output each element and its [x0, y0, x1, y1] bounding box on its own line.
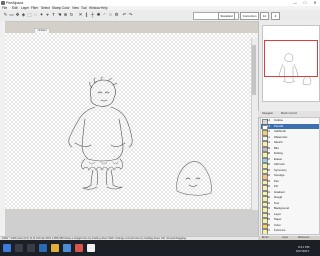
- tab-navigator[interactable]: Navigator: [262, 112, 273, 115]
- move-tool-icon[interactable]: ✥: [15, 12, 20, 18]
- eraser-tool-icon[interactable]: ▭: [9, 12, 14, 18]
- fill-tool-icon[interactable]: ◈: [21, 12, 26, 18]
- item-number: 27: [267, 228, 271, 232]
- app-icon: [1, 1, 5, 5]
- select-tool-icon[interactable]: ⬚: [27, 12, 32, 18]
- snap-circle-icon[interactable]: ○: [108, 12, 113, 18]
- mode-select[interactable]: Standard: [218, 12, 235, 20]
- snap-settings-icon[interactable]: ⚙: [114, 12, 119, 18]
- pen-tool-icon[interactable]: ✎: [3, 12, 8, 18]
- zoom-tool-icon[interactable]: ⊕: [63, 12, 68, 18]
- firealpaca-taskbar-icon[interactable]: [87, 244, 95, 252]
- rotate-tool-icon[interactable]: ↻: [69, 12, 74, 18]
- taskbar-clock: 8:41 PM 6/27/2017: [296, 245, 309, 253]
- footer-layer-tab[interactable]: Layer: [282, 236, 288, 239]
- drawing-canvas[interactable]: [5, 33, 258, 209]
- window-title: FireAlpaca: [6, 0, 24, 5]
- correction-select[interactable]: Correction: [240, 12, 259, 20]
- list-item[interactable]: 27 Fold Line: [261, 228, 319, 234]
- item-label: Fold Line: [274, 228, 286, 232]
- wand-tool-icon[interactable]: ✦: [39, 12, 44, 18]
- hand-tool-icon[interactable]: ☚: [57, 12, 62, 18]
- correction-value[interactable]: 12: [260, 12, 269, 20]
- undo-icon[interactable]: ↶: [122, 12, 127, 18]
- canvas-margin: [5, 210, 258, 238]
- navigator-viewport-frame[interactable]: [264, 40, 318, 77]
- snap-radial-icon[interactable]: ✺: [96, 12, 101, 18]
- snap-parallel-icon[interactable]: ∥: [84, 12, 89, 18]
- brush-size-value[interactable]: 4: [271, 12, 280, 20]
- search-icon[interactable]: [15, 244, 23, 252]
- tab-brush-control[interactable]: Brush Control: [281, 112, 297, 115]
- footer-brush-tab[interactable]: Brush: [262, 236, 269, 239]
- text-tool-icon[interactable]: T: [51, 12, 56, 18]
- eyedropper-tool-icon[interactable]: ⌖: [45, 12, 50, 18]
- scrollbar-thumb[interactable]: [252, 45, 256, 95]
- snap-off-icon[interactable]: ✕: [78, 12, 83, 18]
- file-explorer-icon[interactable]: [51, 244, 59, 252]
- store-icon[interactable]: [63, 244, 71, 252]
- task-view-icon[interactable]: [27, 244, 35, 252]
- start-icon[interactable]: [3, 244, 11, 252]
- snap-curve-icon[interactable]: ◜: [102, 12, 107, 18]
- sketch-drawing: [68, 76, 212, 196]
- media-icon[interactable]: [75, 244, 83, 252]
- footer-reference-tab[interactable]: Reference: [298, 236, 310, 239]
- browser-icon[interactable]: [39, 244, 47, 252]
- lasso-tool-icon[interactable]: ◌: [33, 12, 38, 18]
- snap-cross-icon[interactable]: ┼: [90, 12, 95, 18]
- clock-date: 6/27/2017: [296, 249, 310, 253]
- redo-icon[interactable]: ↷: [128, 12, 133, 18]
- taskbar: [0, 240, 320, 256]
- brush-list: 14 Outline 13 Pencil2 12 Softbrush 11 Watercolo…: [260, 117, 320, 235]
